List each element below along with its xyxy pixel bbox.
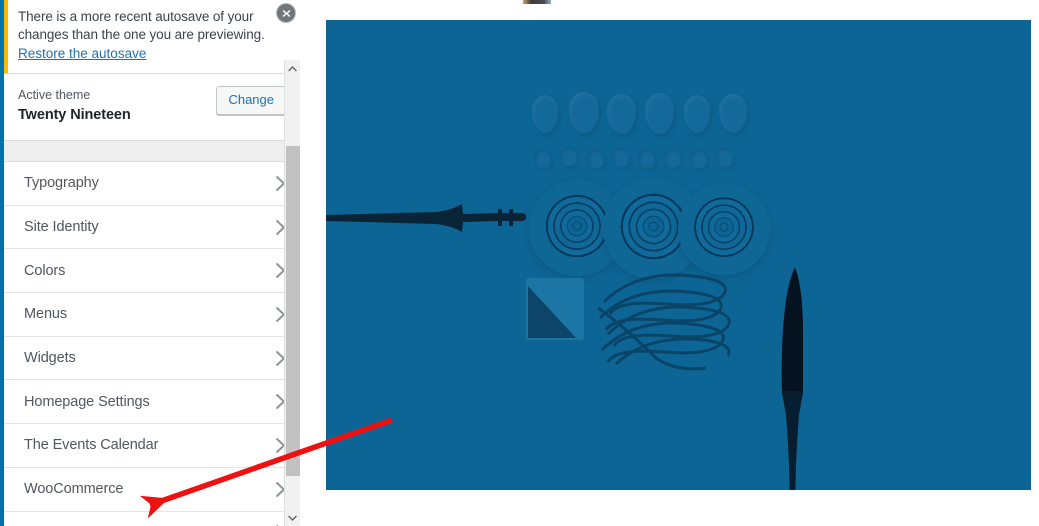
panel-item-woocommerce[interactable]: WooCommerce (4, 467, 300, 512)
featured-image (326, 20, 1031, 490)
restore-autosave-link[interactable]: Restore the autosave (18, 45, 146, 63)
chip-illustration (526, 278, 584, 340)
panel-list: Typography Site Identity Colors Menus Widget… (4, 162, 300, 526)
panel-item-additional-css[interactable]: Additional CSS (4, 511, 300, 526)
theme-info: Active theme Twenty Nineteen (18, 86, 131, 126)
panel-item-label: WooCommerce (24, 481, 124, 498)
knife-illustration (781, 267, 803, 490)
panel-item-the-events-calendar[interactable]: The Events Calendar (4, 424, 300, 468)
panel-item-label: The Events Calendar (24, 437, 159, 454)
panel-item-label: Menus (24, 306, 68, 323)
preview-clipped-header (523, 0, 551, 4)
chevron-down-icon[interactable] (285, 509, 300, 526)
panel-item-label: Typography (24, 175, 99, 192)
noodles-illustration (597, 273, 731, 371)
customizer-sidebar: There is a more recent autosave of your … (0, 0, 300, 526)
fork-illustration (326, 204, 526, 232)
close-circle-icon[interactable] (277, 4, 295, 22)
autosave-notice: There is a more recent autosave of your … (4, 0, 300, 73)
panel-item-label: Site Identity (24, 219, 99, 236)
active-theme-label: Active theme (18, 88, 91, 102)
site-preview-area[interactable] (300, 0, 1039, 526)
autosave-notice-message: There is a more recent autosave of your … (18, 9, 265, 42)
sidebar-scrollbar-thumb[interactable] (286, 146, 300, 476)
panel-item-site-identity[interactable]: Site Identity (4, 205, 300, 250)
panel-item-typography[interactable]: Typography (4, 162, 300, 206)
panel-item-label: Widgets (24, 350, 76, 367)
panel-item-widgets[interactable]: Widgets (4, 336, 300, 381)
active-theme-section: Active theme Twenty Nineteen Change (4, 74, 300, 141)
panel-item-label: Homepage Settings (24, 393, 150, 410)
panel-list-spacer (4, 141, 300, 162)
change-theme-button[interactable]: Change (216, 86, 286, 115)
sidebar-scrollbar[interactable] (284, 60, 300, 526)
active-theme-name: Twenty Nineteen (18, 107, 131, 123)
customizer-screen: There is a more recent autosave of your … (0, 0, 1039, 526)
chevron-up-icon[interactable] (285, 60, 300, 77)
panel-item-menus[interactable]: Menus (4, 293, 300, 337)
panel-item-colors[interactable]: Colors (4, 249, 300, 294)
panel-item-label: Colors (24, 262, 66, 279)
panel-item-homepage-settings[interactable]: Homepage Settings (4, 380, 300, 425)
